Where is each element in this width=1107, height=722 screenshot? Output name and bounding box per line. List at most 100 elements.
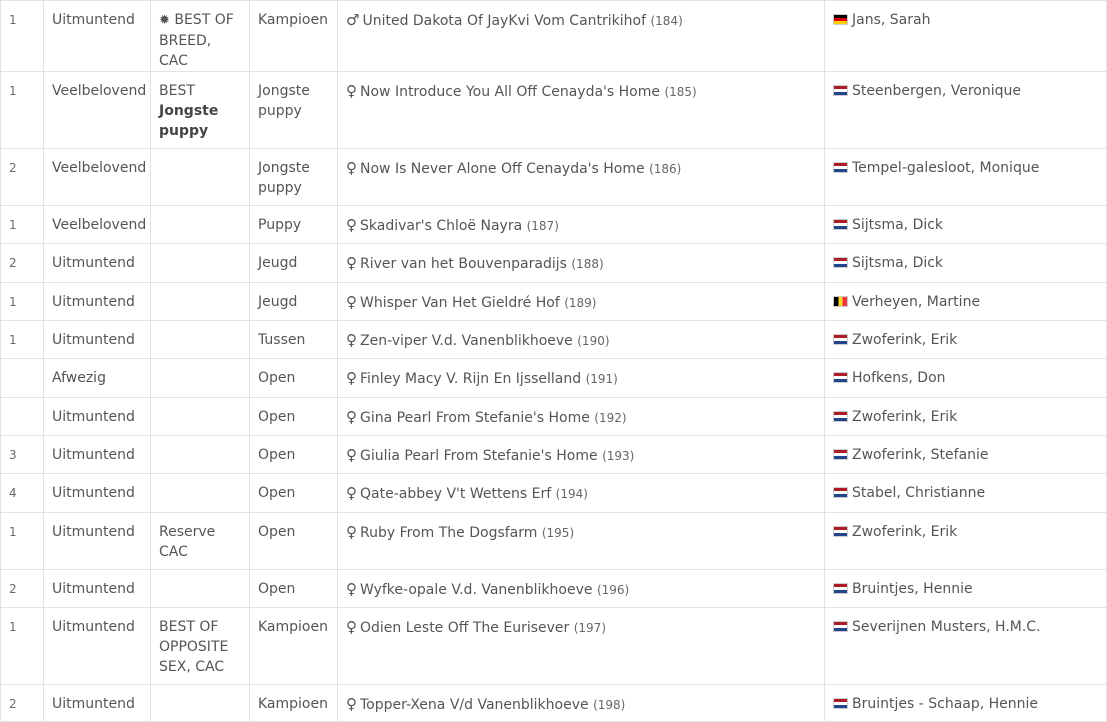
grade: Uitmuntend [52, 447, 135, 463]
dog-name-link[interactable]: River van het Bouvenparadijs [360, 256, 567, 272]
class-cell: Open [249, 473, 338, 513]
dog-name-link[interactable]: Now Introduce You All Off Cenayda's Home [360, 84, 660, 100]
class-cell: Open [249, 358, 338, 398]
grade: Uitmuntend [52, 581, 135, 597]
dog-name-link[interactable]: Finley Macy V. Rijn En Ijsselland [360, 371, 581, 387]
owner-name: Stabel, Christianne [852, 485, 986, 501]
table-row: 1 Uitmuntend ✹ BEST OF BREED, CAC Kampioen ♂… [0, 0, 1107, 72]
class-cell: Open [249, 435, 338, 474]
placement: 1 [9, 525, 17, 539]
award-cell [150, 397, 250, 436]
dog-name-link[interactable]: Skadivar's Chloë Nayra [360, 218, 522, 234]
show-class: Kampioen [258, 696, 328, 712]
dog-name-link[interactable]: Now Is Never Alone Off Cenayda's Home [360, 161, 645, 177]
dog-name-link[interactable]: Topper-Xena V/d Vanenblikhoeve [360, 697, 589, 713]
class-cell: Tussen [249, 320, 338, 359]
show-class: Jongste puppy [258, 83, 310, 119]
table-row: 2 Uitmuntend Open ♀ Wyfke-opale V.d. Vanenbl… [0, 569, 1107, 608]
dog-name-link[interactable]: Gina Pearl From Stefanie's Home [360, 410, 590, 426]
catalog-number: (189) [564, 296, 597, 310]
placement-cell: 2 [0, 243, 44, 283]
table-row: 1 Uitmuntend BEST OF OPPOSITE SEX, CAC Kamp… [0, 607, 1107, 685]
catalog-number: (198) [593, 698, 626, 712]
table-row: Uitmuntend Open ♀ Gina Pearl From Stefanie'… [0, 397, 1107, 436]
female-icon: ♀ [346, 159, 357, 177]
dog-cell: ♀ Qate-abbey V't Wettens Erf (194) [337, 473, 825, 513]
female-icon: ♀ [346, 446, 357, 464]
grade-cell: Uitmuntend [43, 473, 151, 513]
placement: 1 [9, 333, 17, 347]
dog-cell: ♂ United Dakota Of JayKvi Vom Cantrikihof… [337, 0, 825, 72]
table-row: 4 Uitmuntend Open ♀ Qate-abbey V't Wettens E… [0, 473, 1107, 513]
award-cell [150, 148, 250, 206]
dog-name-link[interactable]: United Dakota Of JayKvi Vom Cantrikihof [362, 13, 646, 29]
owner-cell: Tempel-galesloot, Monique [824, 148, 1107, 206]
flag-nl-icon [833, 219, 848, 230]
placement-cell: 1 [0, 282, 44, 321]
owner-name: Sijtsma, Dick [852, 255, 944, 271]
owner-name: Steenbergen, Veronique [852, 83, 1022, 99]
table-row: 1 Uitmuntend Reserve CAC Open ♀ Ruby From The… [0, 512, 1107, 570]
class-cell: Jeugd [249, 243, 338, 283]
grade-cell: Uitmuntend [43, 512, 151, 570]
dog-name-link[interactable]: Odien Leste Off The Eurisever [360, 620, 569, 636]
catalog-number: (192) [594, 411, 627, 425]
placement-cell: 1 [0, 320, 44, 359]
placement-cell: 1 [0, 205, 44, 244]
catalog-number: (186) [649, 162, 682, 176]
owner-cell: Hofkens, Don [824, 358, 1107, 398]
dog-name-link[interactable]: Wyfke-opale V.d. Vanenblikhoeve [360, 582, 593, 598]
show-class: Kampioen [258, 12, 328, 28]
placement: 2 [9, 256, 17, 270]
show-class: Tussen [258, 332, 306, 348]
dog-name-link[interactable]: Giulia Pearl From Stefanie's Home [360, 448, 598, 464]
grade-cell: Uitmuntend [43, 397, 151, 436]
owner-name: Tempel-galesloot, Monique [852, 160, 1040, 176]
award-cell [150, 358, 250, 398]
owner-name: Verheyen, Martine [852, 294, 981, 310]
table-row: 2 Veelbelovend Jongste puppy ♀ Now Is Never … [0, 148, 1107, 206]
dog-cell: ♀ Now Introduce You All Off Cenayda's Hom… [337, 71, 825, 149]
grade: Uitmuntend [52, 255, 135, 271]
flag-nl-icon [833, 257, 848, 268]
dog-cell: ♀ Skadivar's Chloë Nayra (187) [337, 205, 825, 244]
class-cell: Jongste puppy [249, 71, 338, 149]
award-cell: Reserve CAC [150, 512, 250, 570]
catalog-number: (193) [602, 449, 635, 463]
table-row: 1 Veelbelovend BEST Jongste puppy Jongste p… [0, 71, 1107, 149]
owner-cell: Jans, Sarah [824, 0, 1107, 72]
show-class: Open [258, 524, 296, 540]
owner-name: Zwoferink, Erik [852, 524, 958, 540]
owner-cell: Zwoferink, Erik [824, 397, 1107, 436]
dog-name-link[interactable]: Zen-viper V.d. Vanenblikhoeve [360, 333, 573, 349]
dog-name-link[interactable]: Ruby From The Dogsfarm [360, 525, 537, 541]
award-cell: BEST OF OPPOSITE SEX, CAC [150, 607, 250, 685]
owner-name: Hofkens, Don [852, 370, 946, 386]
dog-name-link[interactable]: Qate-abbey V't Wettens Erf [360, 486, 551, 502]
flag-nl-icon [833, 526, 848, 537]
placement: 1 [9, 295, 17, 309]
placement-cell: 3 [0, 435, 44, 474]
award-cell [150, 684, 250, 722]
owner-cell: Zwoferink, Erik [824, 512, 1107, 570]
owner-cell: Severijnen Musters, H.M.C. [824, 607, 1107, 685]
dog-cell: ♀ Topper-Xena V/d Vanenblikhoeve (198) [337, 684, 825, 722]
show-class: Open [258, 485, 296, 501]
dog-cell: ♀ Now Is Never Alone Off Cenayda's Home (… [337, 148, 825, 206]
table-row: 1 Uitmuntend Jeugd ♀ Whisper Van Het Gieldré… [0, 282, 1107, 321]
dog-name-link[interactable]: Whisper Van Het Gieldré Hof [360, 295, 560, 311]
placement: 4 [9, 486, 17, 500]
grade-cell: Uitmuntend [43, 684, 151, 722]
class-cell: Open [249, 569, 338, 608]
female-icon: ♀ [346, 618, 357, 636]
placement: 1 [9, 620, 17, 634]
grade: Uitmuntend [52, 619, 135, 635]
owner-cell: Verheyen, Martine [824, 282, 1107, 321]
placement: 1 [9, 218, 17, 232]
award-cell: ✹ BEST OF BREED, CAC [150, 0, 250, 72]
award: BEST OF OPPOSITE SEX, CAC [159, 619, 229, 675]
catalog-number: (195) [541, 526, 575, 540]
grade-cell: Veelbelovend [43, 71, 151, 149]
owner-cell: Steenbergen, Veronique [824, 71, 1107, 149]
grade: Uitmuntend [52, 696, 135, 712]
